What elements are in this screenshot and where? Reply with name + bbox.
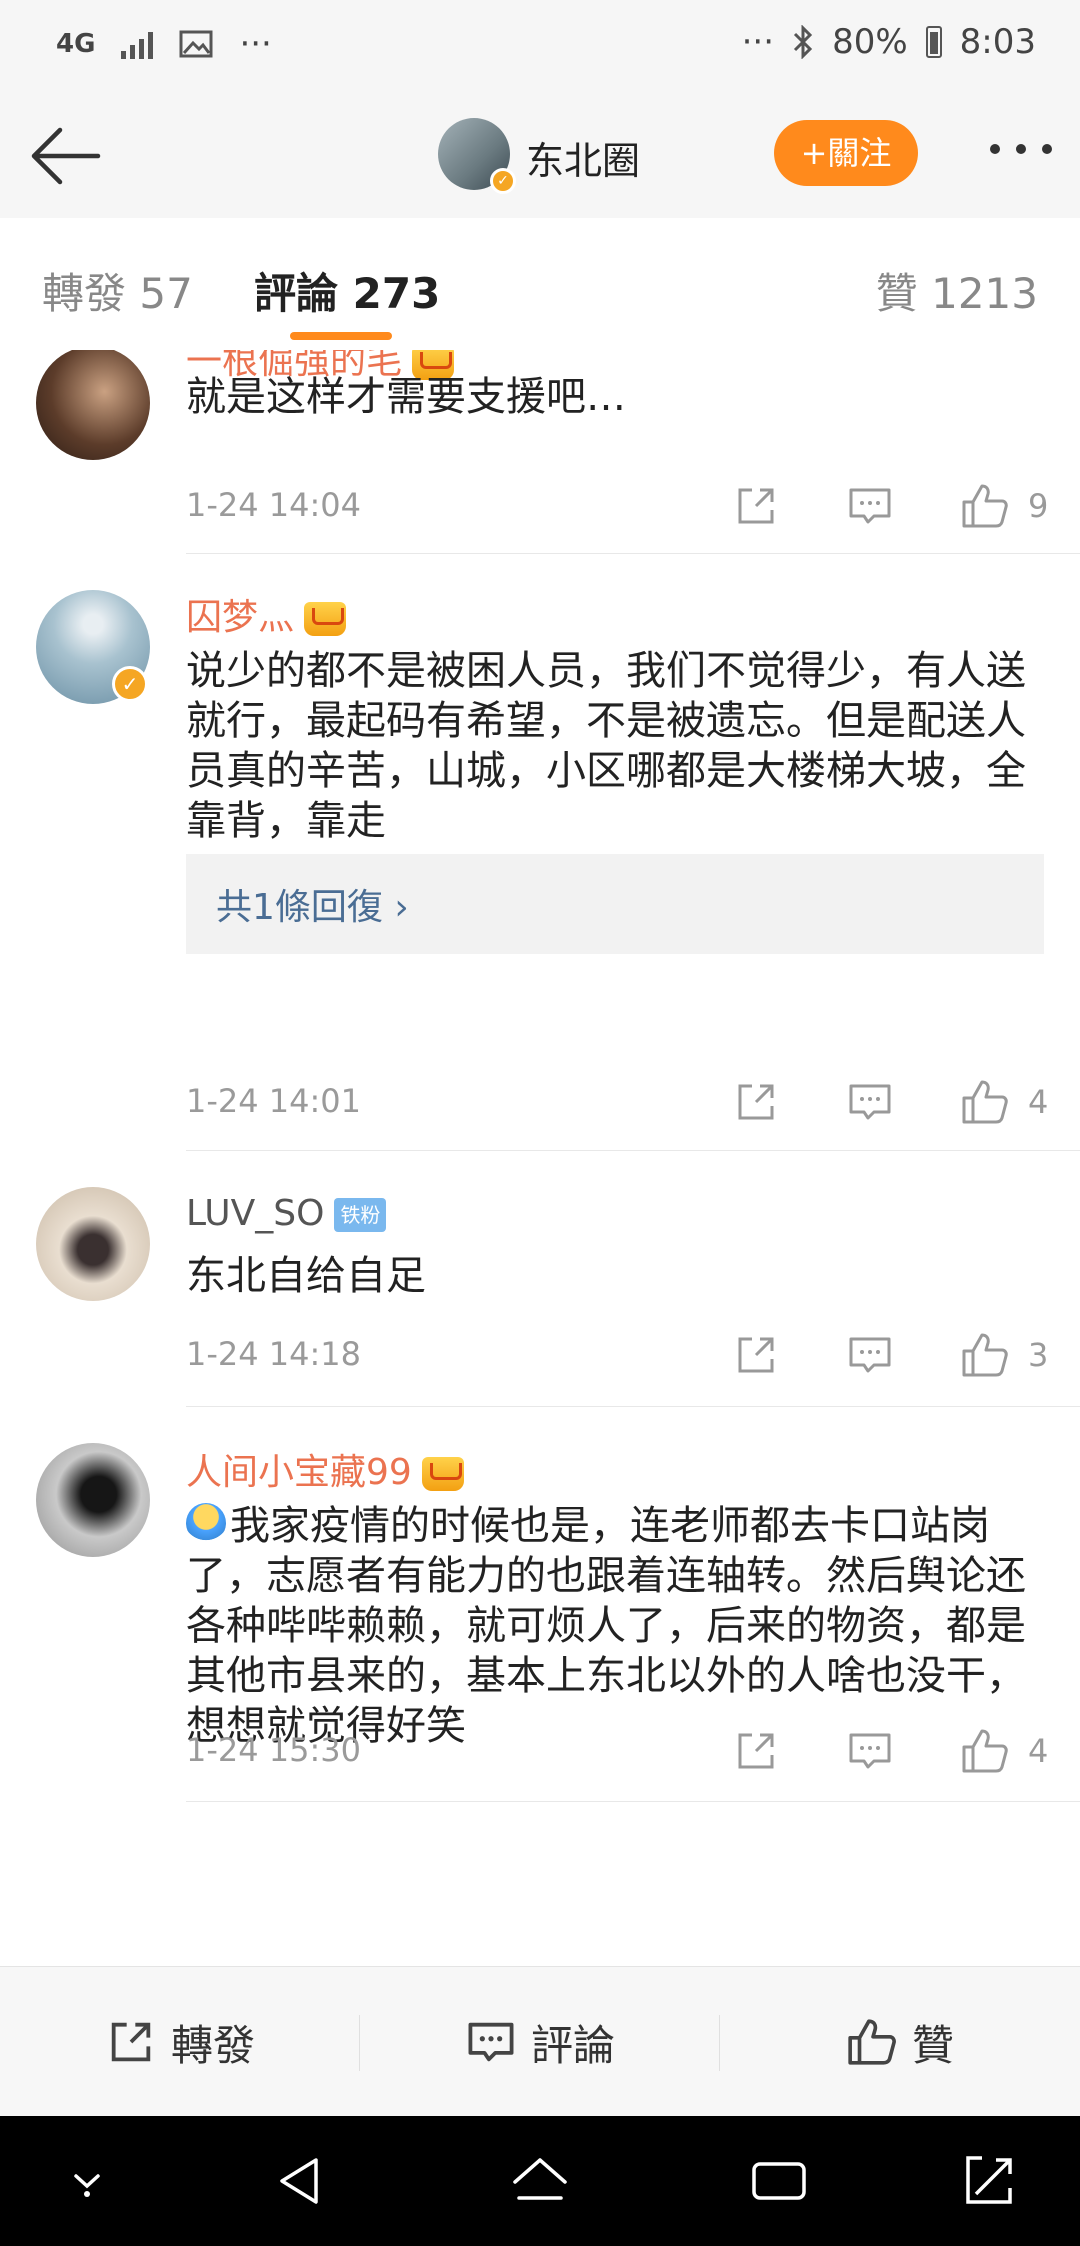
group-name[interactable]: 东北圈 (526, 130, 640, 185)
repost-icon (111, 2022, 151, 2062)
share-icon[interactable] (732, 1078, 780, 1126)
like-count: 9 (1028, 487, 1049, 525)
comment-icon[interactable] (846, 1727, 894, 1775)
avatar[interactable] (36, 350, 150, 460)
comment-meta: 1-24 14:18 3 (186, 1331, 1048, 1381)
verified-icon: ✓ (112, 666, 148, 702)
status-more: ··· (239, 24, 272, 64)
status-bar: 4G ··· ··· 80% 8:03 (0, 0, 1080, 92)
comment-text: 就是这样才需要支援吧… (186, 374, 626, 420)
comment-meta: 1-24 14:01 4 (186, 1078, 1048, 1128)
like-button[interactable]: 9 (960, 482, 1048, 530)
like-button[interactable]: 3 (960, 1331, 1048, 1379)
emoji-icon (186, 1503, 226, 1543)
verified-icon: ✓ (490, 168, 516, 194)
like-count: 3 (1028, 1336, 1049, 1374)
image-icon (179, 30, 213, 58)
thumbs-up-icon (848, 2019, 896, 2065)
avatar[interactable] (36, 1443, 150, 1557)
more-options-icon[interactable] (986, 132, 1056, 166)
tab-likes[interactable]: 贊 1213 (876, 260, 1038, 321)
view-replies-link[interactable]: 共1條回復 › (216, 878, 409, 930)
battery-icon (925, 26, 942, 58)
clock: 8:03 (959, 22, 1036, 62)
tab-comments[interactable]: 評論 273 (254, 260, 440, 321)
avatar[interactable]: ✓ (36, 590, 150, 704)
comment-time: 1-24 15:30 (186, 1731, 362, 1769)
comment-time: 1-24 14:18 (186, 1335, 362, 1373)
like-label: 贊 (911, 2020, 954, 2070)
thumbs-up-icon (962, 1080, 1008, 1124)
comment-icon[interactable] (846, 482, 894, 530)
tab-reposts[interactable]: 轉發 57 (42, 260, 193, 321)
header: ✓ 东北圈 +關注 (0, 92, 1080, 219)
thumbs-up-icon (962, 1729, 1008, 1773)
comment-button[interactable]: 評論 (360, 1967, 720, 2117)
comment-meta: 1-24 14:04 9 (186, 482, 1048, 532)
comment-username[interactable]: 囚梦灬 (186, 588, 347, 640)
bluetooth-icon (794, 25, 813, 59)
comment-time: 1-24 14:01 (186, 1082, 362, 1120)
repost-label: 轉發 (170, 2020, 255, 2070)
comment-meta: 1-24 15:30 4 (186, 1727, 1048, 1777)
fan-badge: 铁粉 (334, 1198, 387, 1232)
comment-time: 1-24 14:04 (186, 486, 362, 524)
share-icon[interactable] (732, 1331, 780, 1379)
like-count: 4 (1028, 1083, 1049, 1121)
thumbs-up-icon (962, 484, 1008, 528)
expand-icon[interactable] (954, 2146, 1024, 2216)
vip-crown-icon (421, 1457, 464, 1491)
avatar[interactable] (36, 1187, 150, 1301)
comment-label: 評論 (530, 2020, 615, 2070)
battery-percent: 80% (832, 22, 908, 62)
chevron-down-icon[interactable] (52, 2146, 122, 2216)
vip-crown-icon (304, 602, 347, 636)
comment-list[interactable]: 一根倔强的毛 就是这样才需要支援吧… 1-24 14:04 9 ✓ 囚梦灬 说少… (0, 350, 1080, 1966)
like-post-button[interactable]: 贊 (720, 1967, 1080, 2117)
follow-button[interactable]: +關注 (774, 120, 918, 186)
divider (186, 1150, 1080, 1151)
comment-text: 说少的都不是被困人员，我们不觉得少，有人送就行，最起码有希望，不是被遗忘。但是配… (186, 648, 1026, 844)
group-avatar[interactable]: ✓ (438, 118, 516, 194)
home-icon[interactable] (505, 2146, 575, 2216)
like-button[interactable]: 4 (960, 1078, 1048, 1126)
signal-icon (121, 29, 154, 59)
bottom-action-bar: 轉發 評論 贊 (0, 1966, 1080, 2117)
comment-icon (468, 2022, 514, 2062)
share-icon[interactable] (732, 1727, 780, 1775)
comment-icon[interactable] (846, 1078, 894, 1126)
share-icon[interactable] (732, 482, 780, 530)
comment-username[interactable]: LUV_SO 铁粉 (186, 1193, 387, 1234)
active-tab-indicator (290, 332, 392, 340)
network-type: 4G (56, 29, 96, 59)
divider (186, 1406, 1080, 1407)
like-count: 4 (1028, 1732, 1049, 1770)
divider (186, 1801, 1080, 1802)
like-button[interactable]: 4 (960, 1727, 1048, 1775)
reply-box[interactable]: 共1條回復 › (186, 854, 1044, 954)
thumbs-up-icon (962, 1333, 1008, 1377)
comment-icon[interactable] (846, 1331, 894, 1379)
comment-text: 我家疫情的时候也是，连老师都去卡口站岗了，志愿者有能力的也跟着连轴转。然后舆论还… (186, 1503, 1026, 1749)
back-triangle-icon[interactable] (266, 2146, 336, 2216)
system-nav-bar (0, 2116, 1080, 2246)
back-arrow-icon[interactable] (26, 116, 106, 196)
repost-button[interactable]: 轉發 (0, 1967, 360, 2117)
status-more-right: ··· (741, 22, 775, 62)
tab-bar: 轉發 57 評論 273 贊 1213 (0, 218, 1080, 351)
recent-apps-icon[interactable] (744, 2146, 814, 2216)
comment-text: 东北自给自足 (186, 1253, 426, 1299)
comment-username[interactable]: 人间小宝藏99 (186, 1443, 464, 1495)
divider (186, 553, 1080, 554)
